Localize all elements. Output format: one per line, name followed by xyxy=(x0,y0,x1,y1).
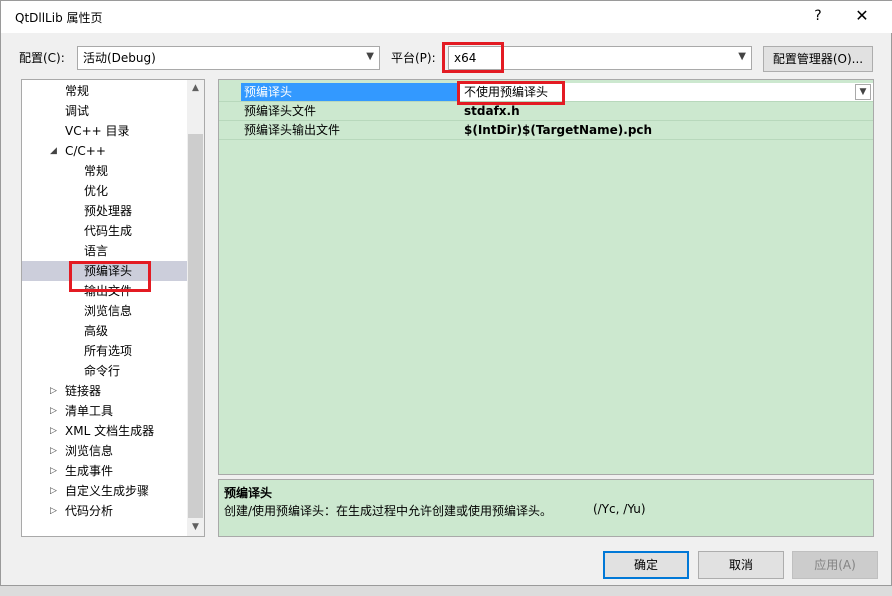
tree-item-label: C/C++ xyxy=(65,144,106,158)
tree-item[interactable]: 语言 xyxy=(22,241,188,261)
tree-item-label: 预处理器 xyxy=(84,204,133,218)
tree-item[interactable]: ▷ 生成事件 xyxy=(22,461,188,481)
cancel-button[interactable]: 取消 xyxy=(698,551,784,579)
property-tree: 常规 调试 VC++ 目录 ◢ C/C++ 常规 优化 预处理器 代码生成 语言 预编译头 输出文件浏… xyxy=(21,79,205,537)
tree-item-label: 语言 xyxy=(84,244,109,258)
scroll-up-icon[interactable]: ▲ xyxy=(187,80,204,97)
tree-item[interactable]: 常规 xyxy=(22,161,188,181)
platform-label: 平台(P): xyxy=(391,51,436,65)
configuration-select[interactable]: 活动(Debug) ▼ xyxy=(77,46,380,70)
tree-item-label: 浏览信息 xyxy=(65,444,114,458)
tree-item-label: VC++ 目录 xyxy=(65,124,130,138)
tree-item[interactable]: ▷ 浏览信息 xyxy=(22,441,188,461)
tree-item[interactable]: ▷ 自定义生成步骤 xyxy=(22,481,188,501)
tree-item[interactable]: 高级 xyxy=(22,321,188,341)
tree-item-label: 优化 xyxy=(84,184,109,198)
tree-item-label: 清单工具 xyxy=(65,404,114,418)
configuration-label: 配置(C): xyxy=(19,51,65,65)
property-value[interactable]: $(IntDir)$(TargetName).pch xyxy=(460,121,873,139)
configuration-value: 活动(Debug) xyxy=(83,51,156,65)
tree-item[interactable]: ▷ 代码分析 xyxy=(22,501,188,521)
collapsed-arrow-icon[interactable]: ▷ xyxy=(50,441,57,461)
tree-item-label: 代码分析 xyxy=(65,504,114,518)
collapsed-arrow-icon[interactable]: ▷ xyxy=(50,501,57,521)
tree-item[interactable]: 代码生成 xyxy=(22,221,188,241)
help-icon[interactable]: ? xyxy=(807,5,829,27)
tree-item-label: XML 文档生成器 xyxy=(65,424,155,438)
property-name: 预编译头 xyxy=(241,83,459,101)
property-grid: 预编译头 不使用预编译头 ▼ 预编译头文件 stdafx.h 预编译头输出文件 … xyxy=(218,79,874,475)
platform-value: x64 xyxy=(454,51,477,65)
property-pages-dialog: QtDllLib 属性页 ? ✕ 配置(C): 活动(Debug) ▼ 平台(P… xyxy=(0,0,892,586)
tree-item[interactable]: 输出文件 xyxy=(22,281,188,301)
tree-item-label: 链接器 xyxy=(65,384,102,398)
scroll-down-icon[interactable]: ▼ xyxy=(187,519,204,536)
tree-item-label: 预编译头 xyxy=(84,264,133,278)
tree-item-label: 调试 xyxy=(65,104,90,118)
tree-item-label: 常规 xyxy=(84,164,109,178)
title-bar: QtDllLib 属性页 ? ✕ xyxy=(1,1,892,33)
description-text: 创建/使用预编译头：在生成过程中允许创建或使用预编译头。 xyxy=(224,504,553,518)
close-icon[interactable]: ✕ xyxy=(849,5,875,27)
description-panel: 预编译头 创建/使用预编译头：在生成过程中允许创建或使用预编译头。 (/Yc, … xyxy=(218,479,874,537)
tree-scrollbar[interactable]: ▲ ▼ xyxy=(187,80,204,536)
collapsed-arrow-icon[interactable]: ▷ xyxy=(50,481,57,501)
tree-item[interactable]: 所有选项 xyxy=(22,341,188,361)
tree-item[interactable]: 常规 xyxy=(22,81,188,101)
tree-item-label: 自定义生成步骤 xyxy=(65,484,150,498)
grid-row-precompiled-header-output[interactable]: 预编译头输出文件 $(IntDir)$(TargetName).pch xyxy=(219,121,873,140)
ok-button[interactable]: 确定 xyxy=(603,551,689,579)
property-value[interactable]: stdafx.h xyxy=(460,102,873,120)
tree-item[interactable]: VC++ 目录 xyxy=(22,121,188,141)
collapsed-arrow-icon[interactable]: ▷ xyxy=(50,381,57,401)
platform-select[interactable]: x64 ▼ xyxy=(448,46,752,70)
grid-row-precompiled-header-file[interactable]: 预编译头文件 stdafx.h xyxy=(219,102,873,121)
scrollbar-thumb[interactable] xyxy=(188,134,203,518)
chevron-down-icon[interactable]: ▼ xyxy=(855,84,871,100)
tree-item-label: 常规 xyxy=(65,84,90,98)
collapsed-arrow-icon[interactable]: ▷ xyxy=(50,461,57,481)
tree-item-label: 命令行 xyxy=(84,364,121,378)
tree-item[interactable]: 预处理器 xyxy=(22,201,188,221)
tree-item[interactable]: 优化 xyxy=(22,181,188,201)
property-value[interactable]: 不使用预编译头 xyxy=(460,83,873,101)
tree-item-label: 生成事件 xyxy=(65,464,114,478)
tree-item-label: 代码生成 xyxy=(84,224,133,238)
tree-item-label: 输出文件 xyxy=(84,284,133,298)
chevron-down-icon: ▼ xyxy=(366,51,374,62)
tree-item[interactable]: ▷ 链接器 xyxy=(22,381,188,401)
window-title: QtDllLib 属性页 xyxy=(15,11,103,25)
tree-item[interactable]: 调试 xyxy=(22,101,188,121)
description-title: 预编译头 xyxy=(224,486,273,500)
grid-row-precompiled-header[interactable]: 预编译头 不使用预编译头 ▼ xyxy=(219,83,873,102)
background-taskbar xyxy=(0,586,892,596)
tree-item[interactable]: ▷ XML 文档生成器 xyxy=(22,421,188,441)
tree-item[interactable]: ◢ C/C++ xyxy=(22,141,188,161)
configuration-manager-button[interactable]: 配置管理器(O)... xyxy=(763,46,873,72)
apply-button[interactable]: 应用(A) xyxy=(792,551,878,579)
property-name: 预编译头文件 xyxy=(244,104,317,118)
tree-item[interactable]: ▷ 清单工具 xyxy=(22,401,188,421)
tree-item[interactable]: 浏览信息 xyxy=(22,301,188,321)
collapsed-arrow-icon[interactable]: ▷ xyxy=(50,401,57,421)
chevron-down-icon: ▼ xyxy=(738,51,746,62)
property-name: 预编译头输出文件 xyxy=(244,123,341,137)
tree-item-label: 浏览信息 xyxy=(84,304,133,318)
tree-item[interactable]: 预编译头 xyxy=(22,261,188,281)
tree-item-label: 高级 xyxy=(84,324,109,338)
tree-item-label: 所有选项 xyxy=(84,344,133,358)
expanded-arrow-icon[interactable]: ◢ xyxy=(50,141,57,161)
collapsed-arrow-icon[interactable]: ▷ xyxy=(50,421,57,441)
tree-item[interactable]: 命令行 xyxy=(22,361,188,381)
description-switches: (/Yc, /Yu) xyxy=(593,502,646,516)
